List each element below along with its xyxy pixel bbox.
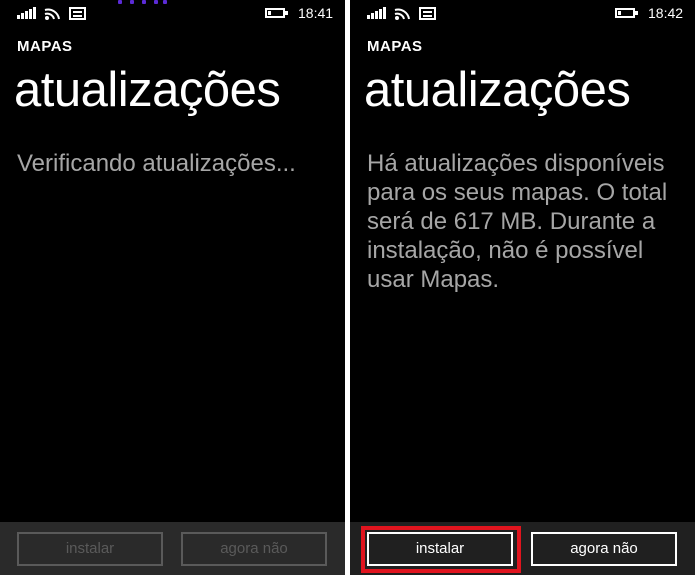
signal-icon xyxy=(17,7,37,19)
wifi-icon xyxy=(394,5,410,20)
message-icon xyxy=(419,7,436,20)
status-time: 18:42 xyxy=(648,5,684,21)
phone-screen-checking: 18:41 MAPAS atualizações Verificando atu… xyxy=(0,0,345,575)
signal-icon xyxy=(367,7,387,19)
progress-dots xyxy=(110,0,170,6)
not-now-button[interactable]: agora não xyxy=(531,532,677,566)
install-button[interactable]: instalar xyxy=(17,532,163,566)
app-bar: instalar agora não xyxy=(350,522,695,575)
status-bar: 18:42 xyxy=(350,0,695,26)
install-button[interactable]: instalar xyxy=(367,532,513,566)
app-bar: instalar agora não xyxy=(0,522,345,575)
message-icon xyxy=(69,7,86,20)
app-title: MAPAS xyxy=(17,38,73,55)
status-bar: 18:41 xyxy=(0,0,345,26)
status-message: Verificando atualizações... xyxy=(17,150,296,177)
battery-icon xyxy=(615,8,638,18)
page-title: atualizações xyxy=(14,63,281,117)
status-time: 18:41 xyxy=(298,5,334,21)
not-now-button[interactable]: agora não xyxy=(181,532,327,566)
wifi-icon xyxy=(44,5,60,20)
phone-screen-updates-available: 18:42 MAPAS atualizações Há atualizações… xyxy=(350,0,695,575)
update-message: Há atualizações disponíveis para os seus… xyxy=(367,150,668,293)
page-title: atualizações xyxy=(364,63,631,117)
battery-icon xyxy=(265,8,288,18)
app-title: MAPAS xyxy=(367,38,423,55)
